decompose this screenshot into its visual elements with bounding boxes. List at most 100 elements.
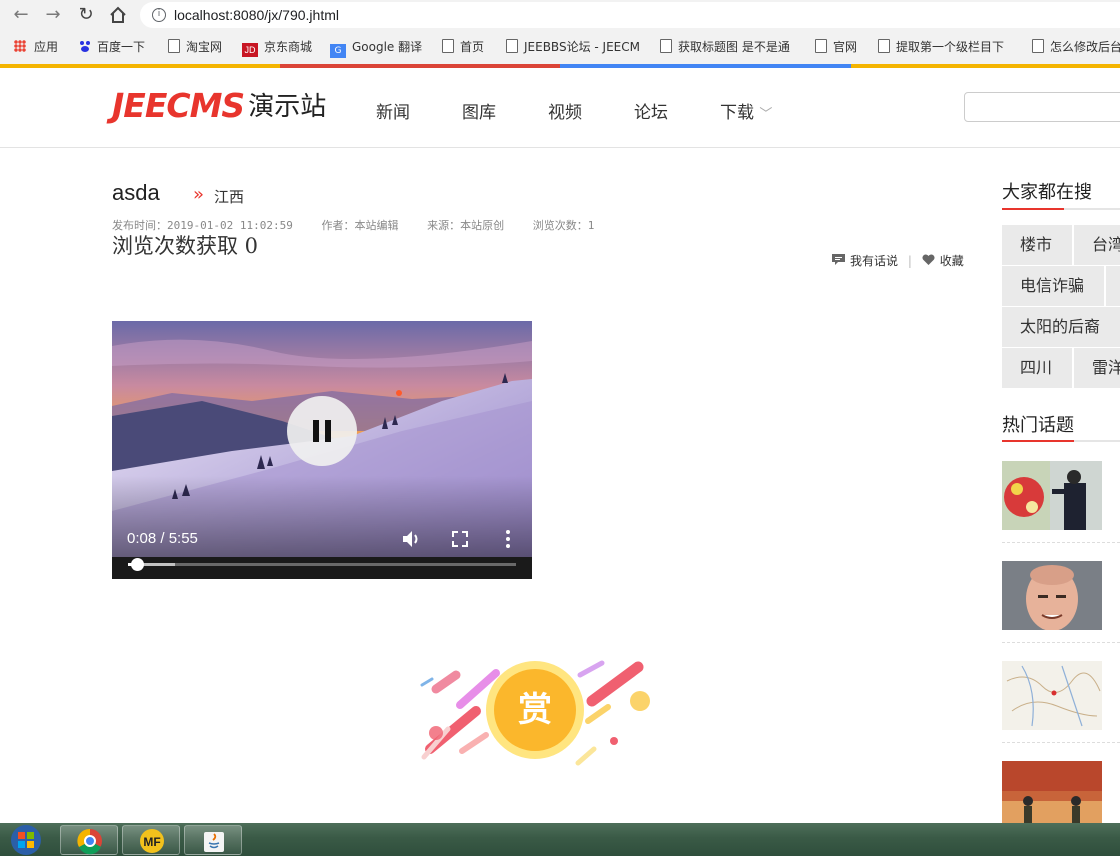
divider: | [907,254,912,268]
logo-brand: JEECMS [112,86,245,125]
heart-icon [922,254,935,265]
bookmark-jeebbs[interactable]: JEEBBS论坛 - JEECM [506,38,642,56]
thumb-image [1002,661,1102,730]
bookmark-modify-admin[interactable]: 怎么修改后台 [1032,38,1120,56]
divider [1002,542,1120,543]
favorite-button[interactable]: 收藏 [922,254,964,268]
comment-button[interactable]: 我有话说 [832,254,902,268]
article-category[interactable]: 江西 [214,186,244,207]
bookmark-official[interactable]: 官网 [815,38,857,56]
page-icon [660,39,672,53]
info-icon[interactable]: i [152,8,166,22]
bookmark-label: 怎么修改后台 [1050,40,1120,54]
hot-topic-thumb[interactable] [1002,661,1102,730]
tag-item[interactable]: 雷洋 [1074,348,1120,388]
taskbar-chrome[interactable] [60,825,118,855]
site-header: JEECMS 演示站 新闻 图库 视频 论坛 下载 ﹀ [0,68,1120,148]
double-chevron-icon: » [193,184,205,205]
sidebar-search-title: 大家都在搜 [1002,182,1092,203]
bookmark-label: 百度一下 [97,40,146,54]
comment-icon [832,254,845,265]
tag-item-overflow[interactable] [1106,266,1120,306]
address-bar[interactable]: i localhost:8080/jx/790.jhtml [140,2,1120,28]
bookmark-extract-column[interactable]: 提取第一个级栏目下 [878,38,1014,56]
sidebar-hot-title: 热门话题 [1002,415,1074,436]
tag-item[interactable]: 四川 [1002,348,1072,388]
bookmark-label: 获取标题图 是不是通 [678,40,790,54]
bookmark-title-image[interactable]: 获取标题图 是不是通 [660,38,796,56]
pause-icon [313,420,319,442]
fullscreen-icon[interactable] [449,528,471,550]
bookmark-apps[interactable]: 应用 [14,38,58,56]
pause-icon [325,420,331,442]
nav-news[interactable]: 新闻 [376,98,410,123]
bookmark-google-translate[interactable]: G Google 翻译 [330,38,423,58]
page-icon [506,39,518,53]
video-progress-bar[interactable] [128,558,516,571]
apps-icon [14,40,26,52]
home-icon[interactable] [107,4,129,26]
chrome-icon [77,828,102,855]
logo-subtitle: 演示站 [248,92,327,122]
reward-label: 赏 [494,669,576,751]
tag-item[interactable]: 楼市 [1002,225,1072,265]
bookmark-label: 官网 [833,40,858,54]
bookmark-label: 首页 [460,40,485,54]
nav-download-label: 下载 [720,103,754,123]
nav-video[interactable]: 视频 [548,98,582,123]
google-translate-icon: G [330,44,346,58]
page-icon [878,39,890,53]
nav-forum[interactable]: 论坛 [634,98,668,123]
pause-button[interactable] [287,396,357,466]
bookmark-baidu[interactable]: 百度一下 [79,38,145,56]
view-count: 浏览次数：1 [532,219,595,232]
baidu-icon [80,41,90,52]
thumb-image [1002,461,1102,530]
title-underline [1002,208,1120,210]
article-title: asda [112,180,160,205]
video-time: 0:08 / 5:55 [127,530,198,547]
page-icon [442,39,454,53]
divider [1002,642,1120,643]
bookmark-label: 淘宝网 [186,40,223,54]
tag-item[interactable]: 太阳的后裔 [1002,307,1120,347]
page-icon [168,39,180,53]
url-text[interactable]: localhost:8080/jx/790.jhtml [174,7,339,23]
forward-arrow-icon[interactable]: → [42,4,64,26]
bookmark-label: 提取第一个级栏目下 [896,40,1005,54]
taskbar-java[interactable] [184,825,242,855]
views-line: 浏览次数获取 0 [112,234,259,258]
tag-item[interactable]: 电信诈骗 [1002,266,1104,306]
reward-coin[interactable]: 赏 [486,661,584,759]
nav-gallery[interactable]: 图库 [462,98,496,123]
source: 来源：本站原创 [427,219,505,232]
title-underline [1002,440,1120,442]
start-button-icon[interactable] [6,824,46,856]
page-icon [1032,39,1044,53]
svg-text:MF: MF [143,835,160,849]
bookmark-jd[interactable]: JD 京东商城 [242,38,313,57]
video-player[interactable]: 0:08 / 5:55 [112,321,532,579]
reload-icon[interactable]: ↻ [75,4,97,26]
hot-topic-thumb[interactable] [1002,461,1102,530]
bookmark-home[interactable]: 首页 [442,38,484,56]
thumb-image [1002,761,1102,823]
hot-topic-thumb[interactable] [1002,761,1102,823]
more-options-icon[interactable] [497,528,519,550]
bookmark-taobao[interactable]: 淘宝网 [168,38,222,56]
volume-icon[interactable] [400,528,422,550]
back-arrow-icon[interactable]: ← [10,4,32,26]
progress-knob[interactable] [130,558,144,571]
bookmark-label: JEEBBS论坛 - JEECM [524,40,640,54]
hot-topic-thumb[interactable] [1002,561,1102,630]
nav-download[interactable]: 下载 ﹀ [720,98,772,123]
bookmark-label: Google 翻译 [352,40,423,54]
article-actions: 我有话说 | 收藏 [832,252,964,269]
site-search-input[interactable] [964,92,1120,122]
reward-button[interactable]: 赏 [412,655,662,770]
taskbar-mf[interactable]: MF [122,825,180,855]
site-logo[interactable]: JEECMS 演示站 [112,86,326,126]
tag-item[interactable]: 台湾 [1074,225,1120,265]
taskbar: MF [0,823,1120,856]
bookmark-label: 京东商城 [264,40,313,54]
